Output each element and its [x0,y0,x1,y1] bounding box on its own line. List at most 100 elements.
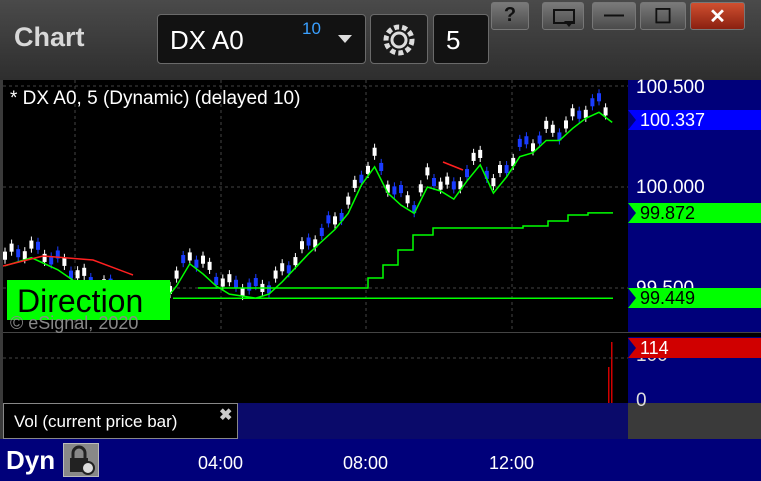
price-bar-body [227,274,232,283]
time-tick-label: 08:00 [343,453,389,473]
price-tick-label: 100.500 [636,77,705,98]
price-bar-body [531,143,535,152]
price-bar-body [273,270,278,279]
price-bar-body [9,243,14,252]
price-bar-body [42,253,47,262]
maximize-icon: ☐ [654,6,672,28]
volume-tag: 114 [628,338,761,358]
symbol-selector[interactable]: DX A0 10 [157,14,366,64]
price-bar-body [570,108,575,117]
price-bar-body [445,176,450,185]
price-bar-body [425,167,430,176]
price-bar-body [181,255,186,264]
volume-bar [611,342,613,403]
tag-notch [628,110,636,130]
last-price-tag: 100.337 [628,110,761,130]
price-bar-body [405,195,410,204]
volume-tick-label: 0 [636,390,647,411]
minimize-button[interactable]: — [592,2,636,30]
price-bar-body [379,162,384,172]
price-bar-body [49,256,54,265]
price-bar-body [550,124,555,133]
link-button[interactable] [542,2,584,30]
settings-button[interactable] [370,14,428,64]
price-bar-body [306,237,311,246]
price-bar-body [517,138,522,147]
link-window-icon [553,9,575,27]
price-bar-body [253,278,258,287]
price-bar-body [194,259,199,268]
volume-bar [608,367,610,403]
price-bar-body [75,270,80,279]
title-bar[interactable]: Chart DX A0 10 5 ? — ☐ ✕ [0,0,761,80]
price-bar-body [372,147,377,156]
volume-study-label[interactable]: Vol (current price bar) ✖ [3,403,238,439]
price-bar-body [451,181,456,190]
price-bar-body [16,249,21,258]
price-bar-body [418,184,423,193]
volume-chart-canvas [3,342,628,403]
price-bar-body [220,278,225,287]
price-bar-body [240,287,245,297]
interval-input[interactable]: 5 [433,14,489,64]
price-bar-body [392,186,397,195]
price-bar-body [544,120,549,129]
upper-line-tag: 99.872 [628,203,761,223]
lock-icon [70,445,95,475]
price-bar-body [504,165,509,174]
trailing-stop-line [198,212,613,289]
symbol-delay-badge: 10 [302,19,321,38]
copyright-notice: © eSignal, 2020 [10,313,139,333]
close-button[interactable]: ✕ [690,2,745,30]
mode-label: Dyn [6,445,56,475]
price-tick-label: 100.000 [636,177,705,198]
interval-value: 5 [446,25,461,55]
lower-line-tag: 99.449 [628,288,761,308]
chevron-down-icon[interactable] [338,35,352,43]
red-trend-segment [442,161,464,171]
upper-line-value: 99.872 [640,203,696,223]
tag-notch [628,288,636,308]
close-icon: ✕ [709,6,726,28]
price-bar-body [465,169,469,178]
price-bar-body [583,109,588,118]
price-bar-body [234,279,238,288]
lock-button[interactable] [63,443,99,477]
maximize-button[interactable]: ☐ [640,2,686,30]
price-bar-body [438,181,443,190]
last-price-value: 100.337 [640,110,706,130]
price-bar-body [333,216,337,225]
price-bar-body [352,179,357,188]
price-bar-body [537,135,542,144]
window-title: Chart [14,22,85,52]
price-bar-body [498,164,502,174]
price-bar-body [359,174,364,183]
price-bar-body [564,120,568,129]
price-bar-body [62,257,67,266]
price-bar-body [293,257,298,266]
symbol-value: DX A0 [170,25,244,55]
volume-study-name: Vol (current price bar) [14,412,178,431]
price-bar-body [36,241,40,250]
price-bar-body [174,270,179,279]
price-bar-body [286,265,291,274]
price-bar-body [346,196,351,205]
price-bar-body [3,251,7,260]
price-bar-body [187,252,192,261]
time-tick-label: 12:00 [489,453,535,473]
price-bar-body [491,178,496,187]
red-trend-segment [2,255,134,276]
price-bar-body [524,136,529,145]
close-icon[interactable]: ✖ [219,405,232,425]
price-bar-body [577,110,582,119]
tag-notch [628,338,636,358]
tag-notch [628,203,636,223]
volume-pane[interactable] [3,337,628,403]
help-button[interactable]: ? [491,2,529,30]
time-axis[interactable]: Dyn 04:00 08:00 12:00 [0,439,761,481]
price-bar-body [82,267,87,276]
minimize-icon: — [604,4,624,26]
price-bar-body [603,107,608,116]
price-bar-body [22,251,27,260]
price-bar-body [207,261,212,270]
